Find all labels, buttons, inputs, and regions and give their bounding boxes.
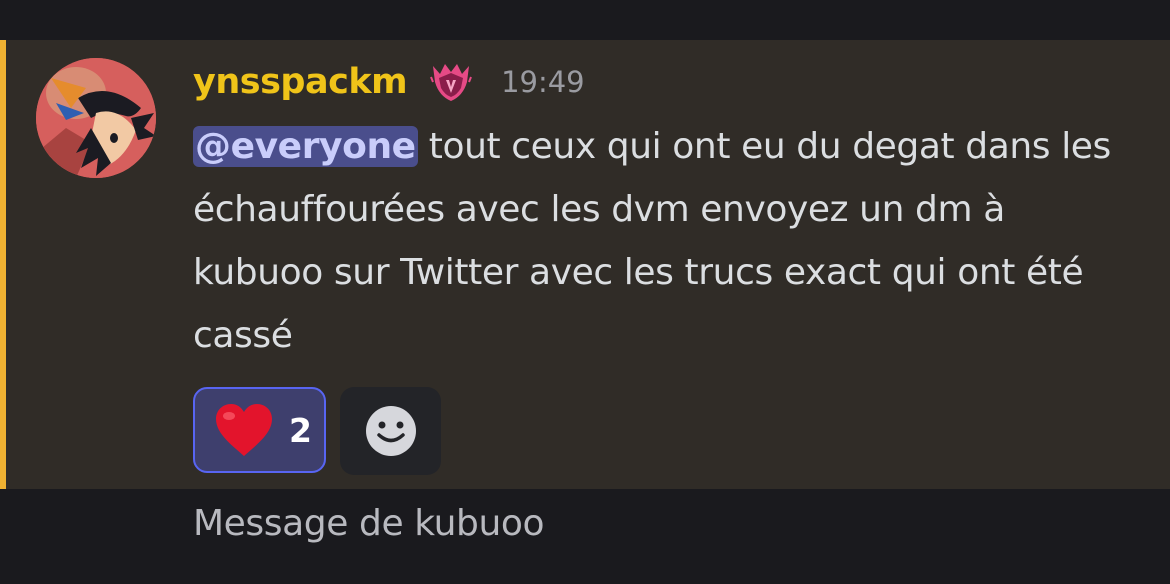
message-content: @everyone tout ceux qui ont eu du degat … bbox=[193, 115, 1123, 367]
username[interactable]: ynsspackm bbox=[193, 62, 408, 102]
message-header: ynsspackm 19:49 bbox=[193, 57, 585, 107]
crowned-shield-icon[interactable] bbox=[429, 60, 473, 104]
message-timestamp: 19:49 bbox=[501, 65, 585, 99]
reactions-row: 2 bbox=[193, 387, 441, 475]
composer-placeholder[interactable]: Message de kubuoo bbox=[193, 503, 545, 544]
top-strip bbox=[0, 0, 1170, 40]
message-composer[interactable]: Message de kubuoo bbox=[0, 489, 1170, 584]
heart-reaction-button[interactable]: 2 bbox=[193, 387, 326, 473]
user-avatar[interactable] bbox=[36, 58, 156, 178]
everyone-mention[interactable]: @everyone bbox=[193, 126, 418, 167]
mention-highlight-bar bbox=[0, 40, 6, 489]
reaction-count: 2 bbox=[289, 410, 312, 450]
anime-character-avatar-icon bbox=[36, 58, 156, 178]
add-reaction-button[interactable] bbox=[340, 387, 441, 475]
smiley-icon bbox=[365, 406, 416, 456]
chat-message[interactable]: ynsspackm 19:49 @everyone tout ceux qui … bbox=[0, 40, 1170, 489]
heart-emoji-icon bbox=[216, 404, 272, 456]
